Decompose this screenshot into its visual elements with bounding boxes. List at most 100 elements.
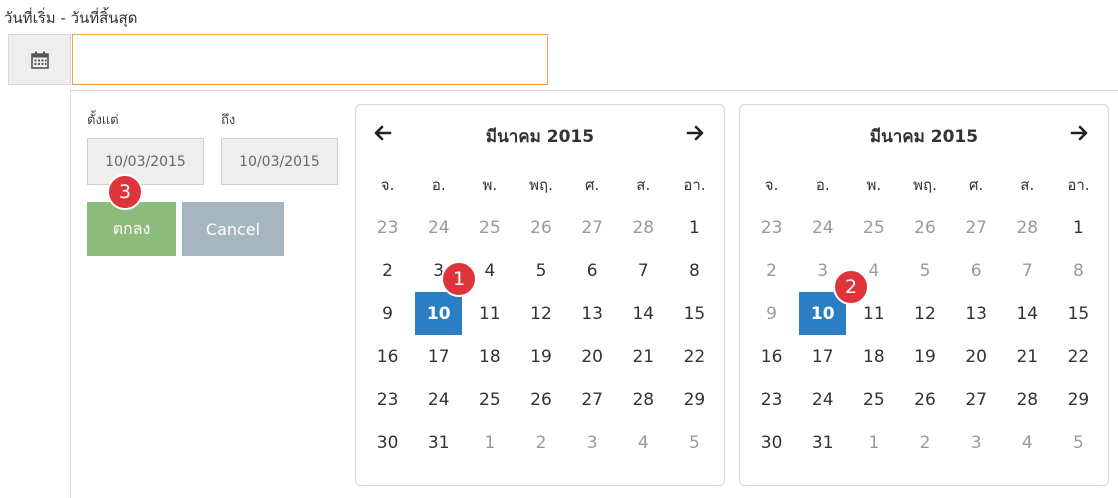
day-cell[interactable]: 2 — [748, 249, 795, 292]
day-cell[interactable]: 4 — [1004, 421, 1051, 464]
day-cell[interactable]: 11 — [466, 292, 513, 335]
day-cell[interactable]: 12 — [517, 292, 564, 335]
day-cell[interactable]: 21 — [620, 335, 667, 378]
day-cell[interactable]: 13 — [953, 292, 1000, 335]
day-cell[interactable]: 23 — [364, 206, 411, 249]
day-cell[interactable]: 2 — [901, 421, 948, 464]
day-cell[interactable]: 24 — [799, 206, 846, 249]
day-cell[interactable]: 27 — [569, 378, 616, 421]
day-cell[interactable]: 26 — [517, 378, 564, 421]
day-cell[interactable]: 25 — [466, 378, 513, 421]
day-cell[interactable]: 15 — [671, 292, 718, 335]
day-cell[interactable]: 18 — [466, 335, 513, 378]
day-cell[interactable]: 17 — [415, 335, 462, 378]
day-cell[interactable]: 27 — [953, 378, 1000, 421]
from-label: ตั้งแต่ — [87, 113, 119, 128]
day-cell[interactable]: 14 — [1004, 292, 1051, 335]
day-cell[interactable]: 25 — [466, 206, 513, 249]
day-cell[interactable]: 30 — [748, 421, 795, 464]
day-cell[interactable]: 6 — [953, 249, 1000, 292]
day-cell[interactable]: 18 — [850, 335, 897, 378]
day-cell[interactable]: 5 — [671, 421, 718, 464]
weekday-label: อา. — [1067, 176, 1090, 194]
day-cell[interactable]: 28 — [1004, 378, 1051, 421]
next-month-button[interactable] — [1064, 119, 1094, 147]
day-cell[interactable]: 7 — [620, 249, 667, 292]
from-date-input[interactable]: 10/03/2015 — [87, 138, 204, 185]
month-title: มีนาคม 2015 — [485, 127, 595, 147]
day-cell[interactable]: 28 — [620, 206, 667, 249]
day-cell[interactable]: 3 — [569, 421, 616, 464]
day-cell[interactable]: 28 — [620, 378, 667, 421]
day-cell[interactable]: 1 — [850, 421, 897, 464]
cancel-button[interactable]: Cancel — [182, 202, 284, 256]
day-cell[interactable]: 9 — [364, 292, 411, 335]
arrow-right-icon — [686, 125, 704, 141]
day-cell[interactable]: 7 — [1004, 249, 1051, 292]
day-cell[interactable]: 5 — [1055, 421, 1102, 464]
day-cell[interactable]: 23 — [748, 378, 795, 421]
next-month-button[interactable] — [680, 119, 710, 147]
step-badge-3: 3 — [107, 174, 143, 210]
day-cell[interactable]: 20 — [953, 335, 1000, 378]
day-cell-selected[interactable]: 10 — [415, 292, 463, 335]
day-cell[interactable]: 23 — [364, 378, 411, 421]
day-cell[interactable]: 8 — [671, 249, 718, 292]
day-cell[interactable]: 21 — [1004, 335, 1051, 378]
day-cell[interactable]: 3 — [953, 421, 1000, 464]
date-range-picker: ตั้งแต่ ถึง 10/03/2015 10/03/2015 ตกลง C… — [70, 90, 1118, 498]
calendar-right: มีนาคม 2015 จ. อ. พ. พฤ. ศ. ส. อา. 23 24 2… — [739, 104, 1109, 486]
day-cell[interactable]: 27 — [953, 206, 1000, 249]
day-cell[interactable]: 6 — [569, 249, 616, 292]
day-cell[interactable]: 5 — [901, 249, 948, 292]
day-cell[interactable]: 8 — [1055, 249, 1102, 292]
day-cell[interactable]: 25 — [850, 206, 897, 249]
day-cell[interactable]: 19 — [517, 335, 564, 378]
day-grid: 23 24 25 26 27 28 1 2 3 4 5 6 7 8 9 10 11 12 13 14 15 16 17 18 1… — [362, 206, 720, 464]
weekday-label: พฤ. — [529, 176, 553, 194]
weekday-label: ศ. — [584, 176, 600, 194]
day-cell[interactable]: 30 — [364, 421, 411, 464]
day-cell[interactable]: 1 — [466, 421, 513, 464]
day-cell[interactable]: 28 — [1004, 206, 1051, 249]
day-cell[interactable]: 27 — [569, 206, 616, 249]
weekday-label: จ. — [764, 176, 779, 194]
day-cell[interactable]: 26 — [901, 206, 948, 249]
day-cell[interactable]: 22 — [1055, 335, 1102, 378]
day-cell[interactable]: 24 — [799, 378, 846, 421]
day-cell[interactable]: 1 — [1055, 206, 1102, 249]
day-cell[interactable]: 24 — [415, 206, 462, 249]
day-cell[interactable]: 24 — [415, 378, 462, 421]
day-cell[interactable]: 2 — [364, 249, 411, 292]
weekday-label: พ. — [482, 176, 498, 194]
day-cell[interactable]: 17 — [799, 335, 846, 378]
day-cell[interactable]: 20 — [569, 335, 616, 378]
to-date-input[interactable]: 10/03/2015 — [221, 138, 338, 185]
day-cell[interactable]: 16 — [364, 335, 411, 378]
day-cell[interactable]: 26 — [901, 378, 948, 421]
day-cell[interactable]: 9 — [748, 292, 795, 335]
day-cell[interactable]: 26 — [517, 206, 564, 249]
calendar-addon[interactable] — [8, 34, 71, 85]
day-cell[interactable]: 1 — [671, 206, 718, 249]
day-cell[interactable]: 23 — [748, 206, 795, 249]
day-cell[interactable]: 16 — [748, 335, 795, 378]
day-grid: 23 24 25 26 27 28 1 2 3 4 5 6 7 8 9 10 11 12 13 14 15 16 17 18 1… — [746, 206, 1104, 464]
day-cell[interactable]: 4 — [620, 421, 667, 464]
date-range-label: วันที่เริ่ม - วันที่สิ้นสุด — [4, 9, 138, 27]
day-cell[interactable]: 12 — [901, 292, 948, 335]
ok-button[interactable]: ตกลง — [87, 202, 176, 256]
date-range-input[interactable] — [72, 34, 548, 85]
day-cell[interactable]: 29 — [1055, 378, 1102, 421]
day-cell[interactable]: 19 — [901, 335, 948, 378]
day-cell[interactable]: 31 — [799, 421, 846, 464]
day-cell[interactable]: 15 — [1055, 292, 1102, 335]
day-cell[interactable]: 5 — [517, 249, 564, 292]
day-cell[interactable]: 13 — [569, 292, 616, 335]
day-cell[interactable]: 29 — [671, 378, 718, 421]
day-cell[interactable]: 14 — [620, 292, 667, 335]
day-cell[interactable]: 2 — [517, 421, 564, 464]
day-cell[interactable]: 22 — [671, 335, 718, 378]
day-cell[interactable]: 25 — [850, 378, 897, 421]
day-cell[interactable]: 31 — [415, 421, 462, 464]
